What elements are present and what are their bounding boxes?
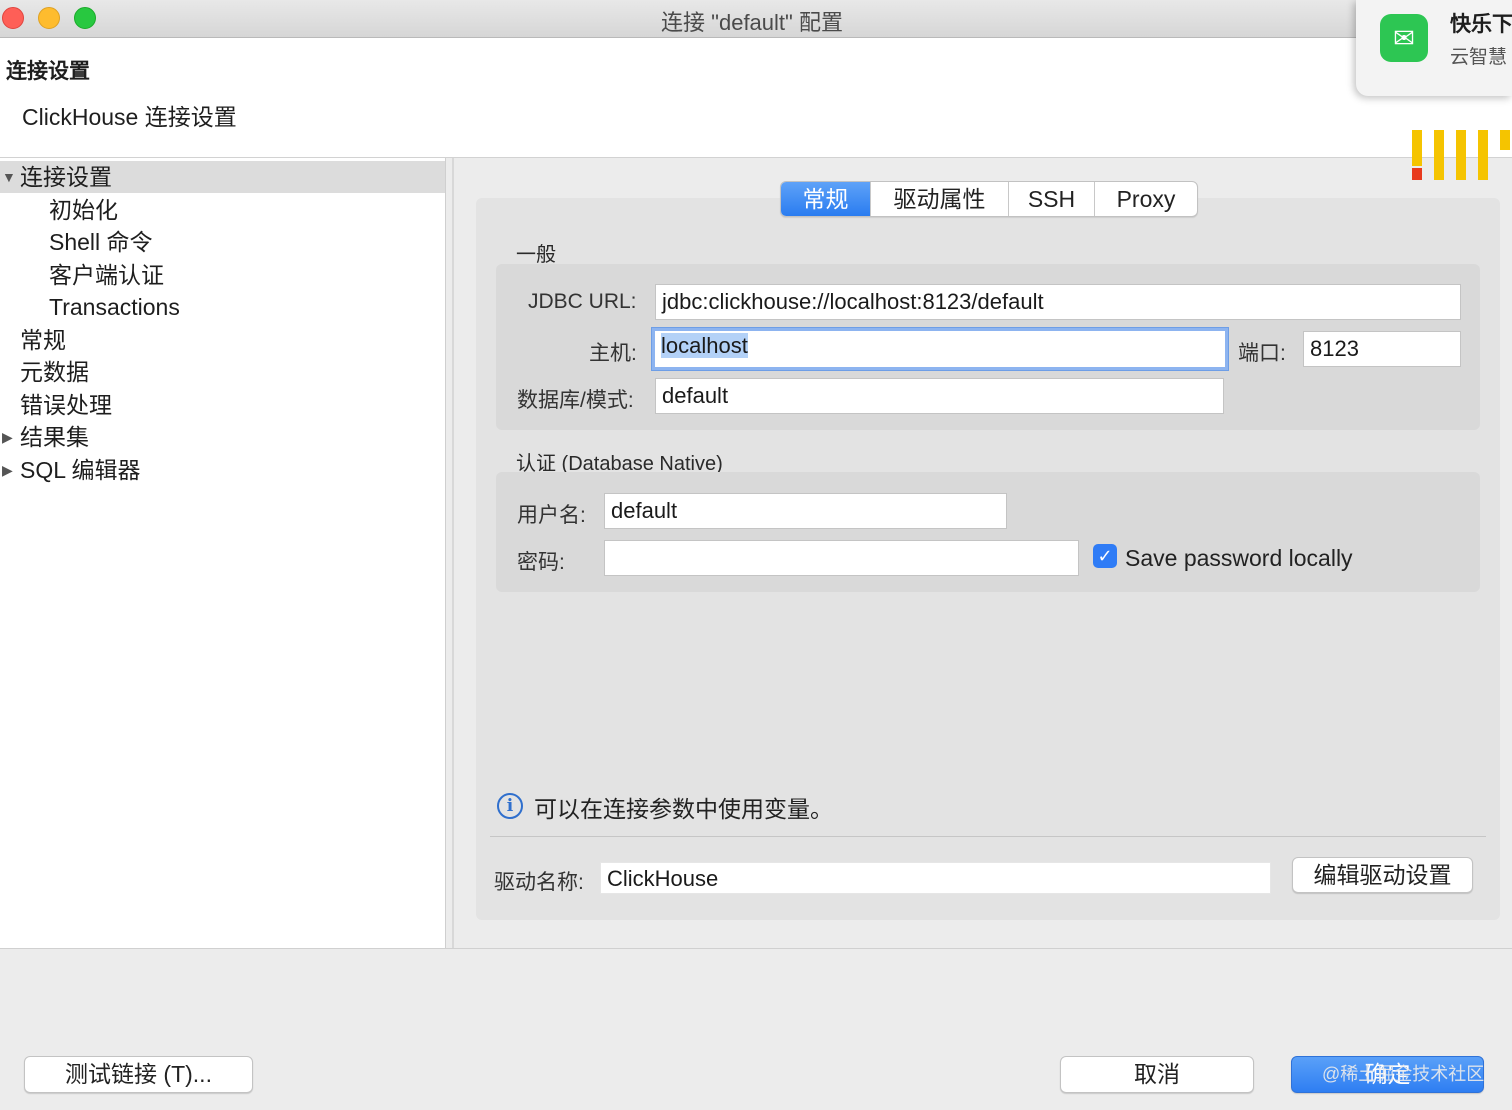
tab-proxy[interactable]: Proxy	[1095, 182, 1197, 216]
checkmark-icon: ✓	[1097, 546, 1113, 566]
splitter[interactable]	[452, 158, 454, 948]
dialog-header: 连接设置 ClickHouse 连接设置	[0, 38, 1512, 180]
variables-hint: 可以在连接参数中使用变量。	[534, 796, 833, 822]
wechat-icon: ✉	[1380, 14, 1428, 62]
tree-item-label: 结果集	[20, 424, 89, 450]
driver-name-field: ClickHouse	[600, 862, 1271, 894]
tree-item-label: Transactions	[49, 294, 180, 320]
tree-item-client-auth[interactable]: 客户端认证	[0, 259, 445, 291]
test-connection-button[interactable]: 测试链接 (T)...	[24, 1056, 253, 1093]
cancel-button[interactable]: 取消	[1060, 1056, 1254, 1093]
jdbc-url-label: JDBC URL:	[528, 290, 637, 313]
expanded-arrow-icon[interactable]: ▼	[2, 161, 16, 193]
port-label: 端口:	[1238, 342, 1286, 365]
header-subtitle: ClickHouse 连接设置	[22, 104, 237, 130]
database-label: 数据库/模式:	[517, 389, 634, 412]
tree-item-metadata[interactable]: 元数据	[0, 356, 445, 388]
database-field[interactable]: default	[655, 378, 1224, 414]
tab-bar: 常规 驱动属性 SSH Proxy	[780, 181, 1198, 217]
wechat-notification[interactable]: ✉ 快乐下 云智慧	[1356, 0, 1512, 96]
collapsed-arrow-icon[interactable]: ▶	[2, 454, 13, 486]
tree-item-label: 初始化	[49, 197, 118, 223]
settings-tree: ▼ 连接设置 初始化 Shell 命令 客户端认证 Transactions 常…	[0, 158, 446, 948]
tree-item-connection-settings[interactable]: ▼ 连接设置	[0, 161, 445, 193]
save-password-label[interactable]: Save password locally	[1125, 545, 1353, 572]
tree-item-init[interactable]: 初始化	[0, 194, 445, 226]
username-label: 用户名:	[517, 504, 586, 527]
tree-item-label: 客户端认证	[49, 262, 164, 288]
jdbc-url-field[interactable]: jdbc:clickhouse://localhost:8123/default	[655, 284, 1461, 320]
tree-item-label: 元数据	[20, 359, 89, 385]
tree-item-label: 错误处理	[20, 392, 112, 418]
header-title: 连接设置	[6, 60, 90, 83]
watermark: @稀土掘金技术社区	[1322, 1064, 1485, 1084]
tree-item-error-handling[interactable]: 错误处理	[0, 389, 445, 421]
tree-item-label: SQL 编辑器	[20, 457, 141, 483]
host-field[interactable]: localhost	[652, 328, 1228, 370]
username-field[interactable]: default	[604, 493, 1007, 529]
tree-item-sql-editor[interactable]: ▶ SQL 编辑器	[0, 454, 445, 486]
password-label: 密码:	[517, 551, 565, 574]
notification-body: 云智慧	[1450, 47, 1508, 68]
separator	[490, 836, 1486, 837]
tab-ssh[interactable]: SSH	[1009, 182, 1095, 216]
tab-driver-properties[interactable]: 驱动属性	[871, 182, 1009, 216]
tree-item-transactions[interactable]: Transactions	[0, 291, 445, 323]
port-field[interactable]: 8123	[1303, 331, 1461, 367]
host-label: 主机:	[589, 342, 637, 365]
title-bar: 连接 "default" 配置	[0, 0, 1512, 38]
password-field[interactable]	[604, 540, 1079, 576]
general-section-title: 一般	[516, 244, 556, 266]
tree-item-shell-commands[interactable]: Shell 命令	[0, 226, 445, 258]
header-banner-graphic	[1410, 130, 1512, 182]
tree-item-general[interactable]: 常规	[0, 324, 445, 356]
tree-item-result-sets[interactable]: ▶ 结果集	[0, 421, 445, 453]
info-icon: i	[497, 793, 523, 819]
tree-item-label: Shell 命令	[49, 229, 153, 255]
driver-name-label: 驱动名称:	[494, 871, 584, 894]
window-title: 连接 "default" 配置	[661, 10, 843, 35]
tree-item-label: 常规	[20, 327, 66, 353]
tree-item-label: 连接设置	[20, 164, 112, 190]
tab-general[interactable]: 常规	[781, 182, 871, 216]
edit-driver-settings-button[interactable]: 编辑驱动设置	[1292, 857, 1473, 893]
notification-title: 快乐下	[1450, 13, 1512, 36]
collapsed-arrow-icon[interactable]: ▶	[2, 421, 13, 453]
save-password-checkbox[interactable]: ✓	[1093, 544, 1117, 568]
host-value: localhost	[661, 333, 748, 358]
